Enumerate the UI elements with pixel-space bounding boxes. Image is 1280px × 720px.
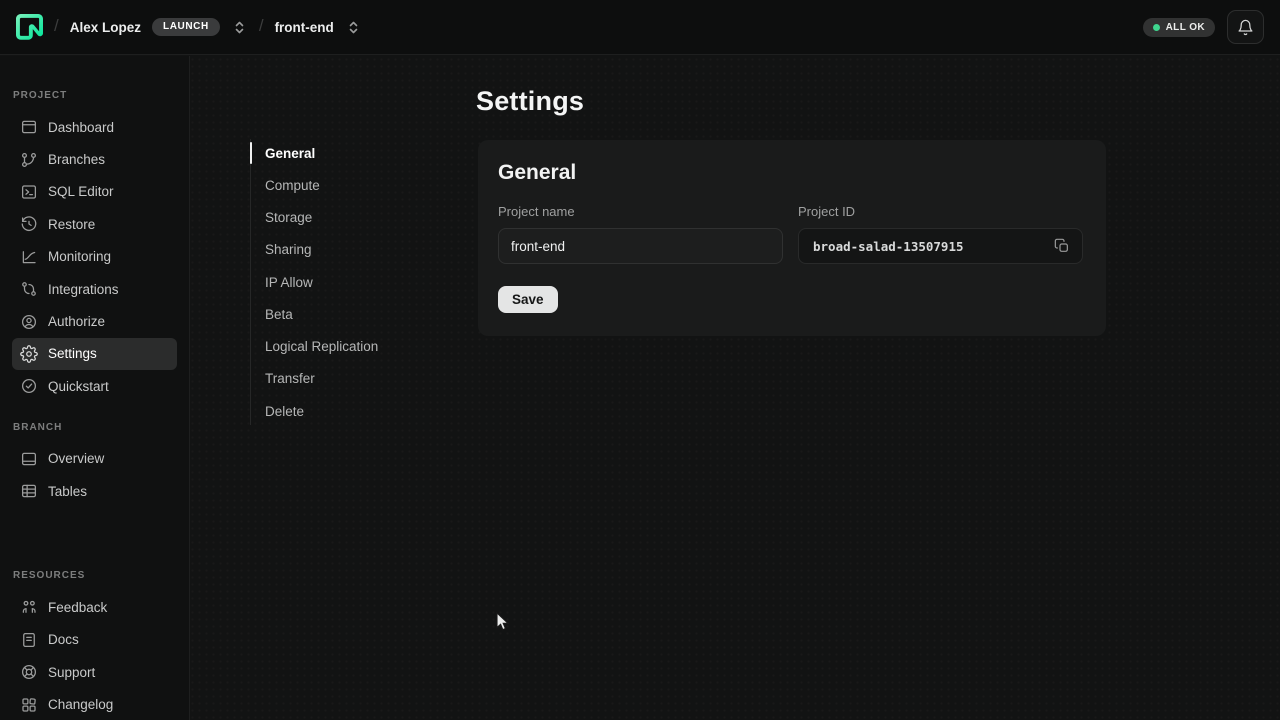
sidebar: PROJECT Dashboard Branches SQL Editor Re… — [0, 56, 190, 720]
sidebar-section-branch: BRANCH — [12, 422, 177, 443]
chart-line-icon — [20, 248, 38, 266]
sidebar-item-changelog[interactable]: Changelog — [12, 688, 177, 720]
sidebar-item-label: Dashboard — [48, 120, 114, 135]
project-breadcrumb[interactable]: front-end — [275, 20, 334, 35]
sidebar-item-label: Docs — [48, 632, 79, 647]
sidebar-item-quickstart[interactable]: Quickstart — [12, 370, 177, 402]
tab-transfer[interactable]: Transfer — [250, 363, 440, 395]
save-button[interactable]: Save — [498, 286, 558, 313]
sidebar-item-branches[interactable]: Branches — [12, 143, 177, 175]
sidebar-item-tables[interactable]: Tables — [12, 475, 177, 507]
sidebar-item-label: Authorize — [48, 314, 105, 329]
project-id-value: broad-salad-13507915 — [813, 239, 1052, 254]
sidebar-item-monitoring[interactable]: Monitoring — [12, 241, 177, 273]
git-branch-icon — [20, 151, 38, 169]
sidebar-item-label: Restore — [48, 217, 95, 232]
card-title: General — [498, 161, 1086, 185]
status-badge-label: ALL OK — [1166, 22, 1205, 33]
tab-ip-allow[interactable]: IP Allow — [250, 266, 440, 298]
grid-icon — [20, 696, 38, 714]
sidebar-item-label: Settings — [48, 346, 97, 361]
sidebar-item-label: Quickstart — [48, 379, 109, 394]
people-icon — [20, 598, 38, 616]
project-id-field: broad-salad-13507915 — [798, 228, 1083, 264]
tab-delete[interactable]: Delete — [250, 395, 440, 427]
table-icon — [20, 482, 38, 500]
sidebar-item-label: Integrations — [48, 282, 119, 297]
notifications-button[interactable] — [1227, 10, 1264, 44]
project-name-input[interactable] — [498, 228, 783, 264]
sidebar-item-label: Changelog — [48, 697, 113, 712]
project-name-label: Project name — [498, 204, 783, 219]
sidebar-item-label: Monitoring — [48, 249, 111, 264]
page-title: Settings — [476, 86, 584, 117]
tab-storage[interactable]: Storage — [250, 202, 440, 234]
tab-general[interactable]: General — [250, 137, 440, 169]
plan-badge: LAUNCH — [152, 18, 220, 36]
sidebar-item-restore[interactable]: Restore — [12, 208, 177, 240]
main-content: Settings General Compute Storage Sharing… — [190, 56, 1280, 720]
copy-project-id-button[interactable] — [1052, 236, 1072, 256]
breadcrumb-separator: / — [259, 16, 264, 36]
status-badge[interactable]: ALL OK — [1143, 18, 1215, 37]
sidebar-section-resources: RESOURCES — [12, 570, 177, 591]
org-switcher-chevron-icon[interactable] — [231, 18, 248, 37]
dashboard-icon — [20, 118, 38, 136]
window-icon — [20, 450, 38, 468]
copy-icon — [1054, 238, 1070, 254]
project-switcher-chevron-icon[interactable] — [345, 18, 362, 37]
sidebar-section-project: PROJECT — [12, 90, 177, 111]
gear-icon — [20, 345, 38, 363]
neon-logo-icon[interactable] — [16, 14, 43, 41]
sidebar-item-label: Overview — [48, 451, 104, 466]
settings-tab-list: General Compute Storage Sharing IP Allow… — [250, 137, 440, 427]
tab-beta[interactable]: Beta — [250, 298, 440, 330]
project-id-label: Project ID — [798, 204, 1083, 219]
sidebar-item-overview[interactable]: Overview — [12, 443, 177, 475]
sidebar-item-feedback[interactable]: Feedback — [12, 591, 177, 623]
general-settings-card: General Project name Project ID broad-sa… — [478, 140, 1106, 336]
tab-sharing[interactable]: Sharing — [250, 234, 440, 266]
sidebar-item-label: SQL Editor — [48, 184, 114, 199]
sidebar-item-label: Tables — [48, 484, 87, 499]
lifebuoy-icon — [20, 663, 38, 681]
status-dot-icon — [1153, 24, 1160, 31]
top-header: / Alex Lopez LAUNCH / front-end ALL OK — [0, 0, 1280, 55]
document-icon — [20, 631, 38, 649]
restore-clock-icon — [20, 215, 38, 233]
breadcrumb-separator: / — [54, 16, 59, 36]
sidebar-item-label: Feedback — [48, 600, 107, 615]
sidebar-item-settings[interactable]: Settings — [12, 338, 177, 370]
integrations-icon — [20, 280, 38, 298]
sidebar-item-integrations[interactable]: Integrations — [12, 273, 177, 305]
sidebar-item-authorize[interactable]: Authorize — [12, 305, 177, 337]
check-circle-icon — [20, 377, 38, 395]
sidebar-item-label: Support — [48, 665, 95, 680]
terminal-icon — [20, 183, 38, 201]
sidebar-item-support[interactable]: Support — [12, 656, 177, 688]
bell-icon — [1237, 19, 1254, 36]
sidebar-item-label: Branches — [48, 152, 105, 167]
user-circle-icon — [20, 313, 38, 331]
tab-logical-replication[interactable]: Logical Replication — [250, 331, 440, 363]
sidebar-item-sql-editor[interactable]: SQL Editor — [12, 176, 177, 208]
sidebar-item-docs[interactable]: Docs — [12, 624, 177, 656]
sidebar-item-dashboard[interactable]: Dashboard — [12, 111, 177, 143]
tab-compute[interactable]: Compute — [250, 169, 440, 201]
org-name[interactable]: Alex Lopez — [70, 20, 141, 35]
